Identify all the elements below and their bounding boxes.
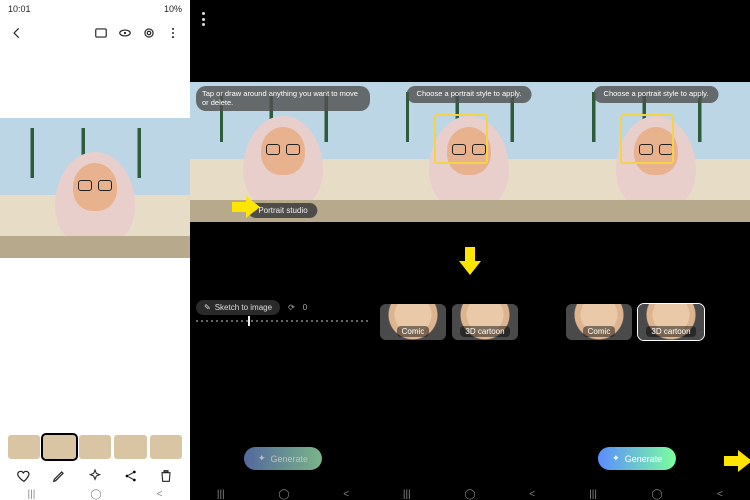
nav-recents-icon[interactable]: ||| bbox=[28, 489, 36, 500]
generate-label: Generate bbox=[625, 454, 663, 464]
thumb[interactable] bbox=[8, 435, 40, 459]
navbar: ||| ◯ < bbox=[0, 488, 190, 500]
nav-home-icon[interactable]: ◯ bbox=[90, 489, 101, 500]
sparkle-icon: ✦ bbox=[612, 453, 620, 464]
tutorial-arrow-icon bbox=[724, 450, 750, 472]
sparkle-icon: ✦ bbox=[258, 453, 266, 464]
lens-icon[interactable] bbox=[142, 26, 156, 40]
status-time: 10:01 bbox=[8, 4, 31, 14]
photo-canvas[interactable] bbox=[562, 82, 750, 222]
generate-label: Generate bbox=[271, 454, 309, 464]
eye-icon[interactable] bbox=[118, 26, 132, 40]
status-battery: 10% bbox=[164, 4, 182, 14]
hint-tooltip: Choose a portrait style to apply. bbox=[594, 86, 719, 103]
style-chip-3d-cartoon[interactable]: 3D cartoon bbox=[638, 304, 704, 340]
generate-button[interactable]: ✦ Generate bbox=[598, 447, 676, 470]
trash-icon[interactable] bbox=[158, 468, 174, 484]
tutorial-arrow-icon bbox=[459, 247, 481, 275]
navbar: ||| ◯ < bbox=[190, 488, 376, 500]
cast-icon[interactable] bbox=[94, 26, 108, 40]
straighten-slider[interactable] bbox=[196, 320, 370, 322]
navbar: ||| ◯ < bbox=[562, 488, 750, 500]
nav-recents-icon[interactable]: ||| bbox=[589, 489, 597, 500]
generate-button[interactable]: ✦ Generate bbox=[244, 447, 322, 470]
wand-icon: ✎ bbox=[204, 303, 211, 312]
nav-home-icon[interactable]: ◯ bbox=[464, 489, 475, 500]
slider-value: 0 bbox=[303, 303, 307, 312]
hint-tooltip: Choose a portrait style to apply. bbox=[407, 86, 532, 103]
thumb-selected[interactable] bbox=[43, 435, 75, 459]
nav-recents-icon[interactable]: ||| bbox=[403, 489, 411, 500]
style-chip-comic[interactable]: Comic bbox=[380, 304, 446, 340]
kebab-icon[interactable] bbox=[166, 26, 180, 40]
style-chips-row[interactable]: Comic 3D cartoon bbox=[376, 300, 562, 344]
slider-icon: ⟳ bbox=[288, 303, 295, 312]
chip-label: Comic bbox=[397, 326, 430, 337]
heart-icon[interactable] bbox=[16, 468, 32, 484]
photo-preview[interactable] bbox=[0, 118, 190, 258]
gallery-view-panel: 10:01 10% bbox=[0, 0, 190, 500]
navbar: ||| ◯ < bbox=[376, 488, 562, 500]
pencil-icon[interactable] bbox=[51, 468, 67, 484]
chip-label: 3D cartoon bbox=[646, 326, 695, 337]
chip-label: Comic bbox=[583, 326, 616, 337]
generate-panel: Choose a portrait style to apply. Comic … bbox=[562, 0, 750, 500]
photo-canvas[interactable] bbox=[376, 82, 562, 222]
edit-entry-panel: Portrait studio Tap or draw around anyth… bbox=[190, 0, 376, 500]
tutorial-arrow-icon bbox=[232, 196, 260, 218]
filmstrip[interactable] bbox=[0, 432, 190, 462]
back-icon[interactable] bbox=[10, 26, 24, 40]
nav-recents-icon[interactable]: ||| bbox=[217, 489, 225, 500]
share-icon[interactable] bbox=[123, 468, 139, 484]
topbar bbox=[0, 18, 190, 48]
chip-label: 3D cartoon bbox=[460, 326, 509, 337]
bottombar bbox=[0, 464, 190, 488]
face-detection-box[interactable] bbox=[620, 114, 674, 164]
style-chip-comic[interactable]: Comic bbox=[566, 304, 632, 340]
kebab-icon[interactable] bbox=[202, 12, 205, 26]
nav-back-icon[interactable]: < bbox=[343, 489, 349, 500]
style-select-panel: Choose a portrait style to apply. Comic … bbox=[376, 0, 562, 500]
statusbar: 10:01 10% bbox=[0, 0, 190, 18]
thumb[interactable] bbox=[114, 435, 146, 459]
nav-home-icon[interactable]: ◯ bbox=[278, 489, 289, 500]
sketch-to-image-button[interactable]: ✎ Sketch to image bbox=[196, 300, 280, 315]
thumb[interactable] bbox=[150, 435, 182, 459]
nav-home-icon[interactable]: ◯ bbox=[651, 489, 662, 500]
tool-row: ✎ Sketch to image ⟳ 0 bbox=[196, 300, 370, 315]
thumb[interactable] bbox=[79, 435, 111, 459]
hint-tooltip: Tap or draw around anything you want to … bbox=[196, 86, 370, 111]
sparkle-icon[interactable] bbox=[87, 468, 103, 484]
nav-back-icon[interactable]: < bbox=[529, 489, 535, 500]
nav-back-icon[interactable]: < bbox=[717, 489, 723, 500]
face-detection-box[interactable] bbox=[434, 114, 488, 164]
style-chips-row[interactable]: Comic 3D cartoon bbox=[562, 300, 750, 344]
style-chip-3d-cartoon[interactable]: 3D cartoon bbox=[452, 304, 518, 340]
nav-back-icon[interactable]: < bbox=[157, 489, 163, 500]
sketch-label: Sketch to image bbox=[215, 303, 272, 312]
